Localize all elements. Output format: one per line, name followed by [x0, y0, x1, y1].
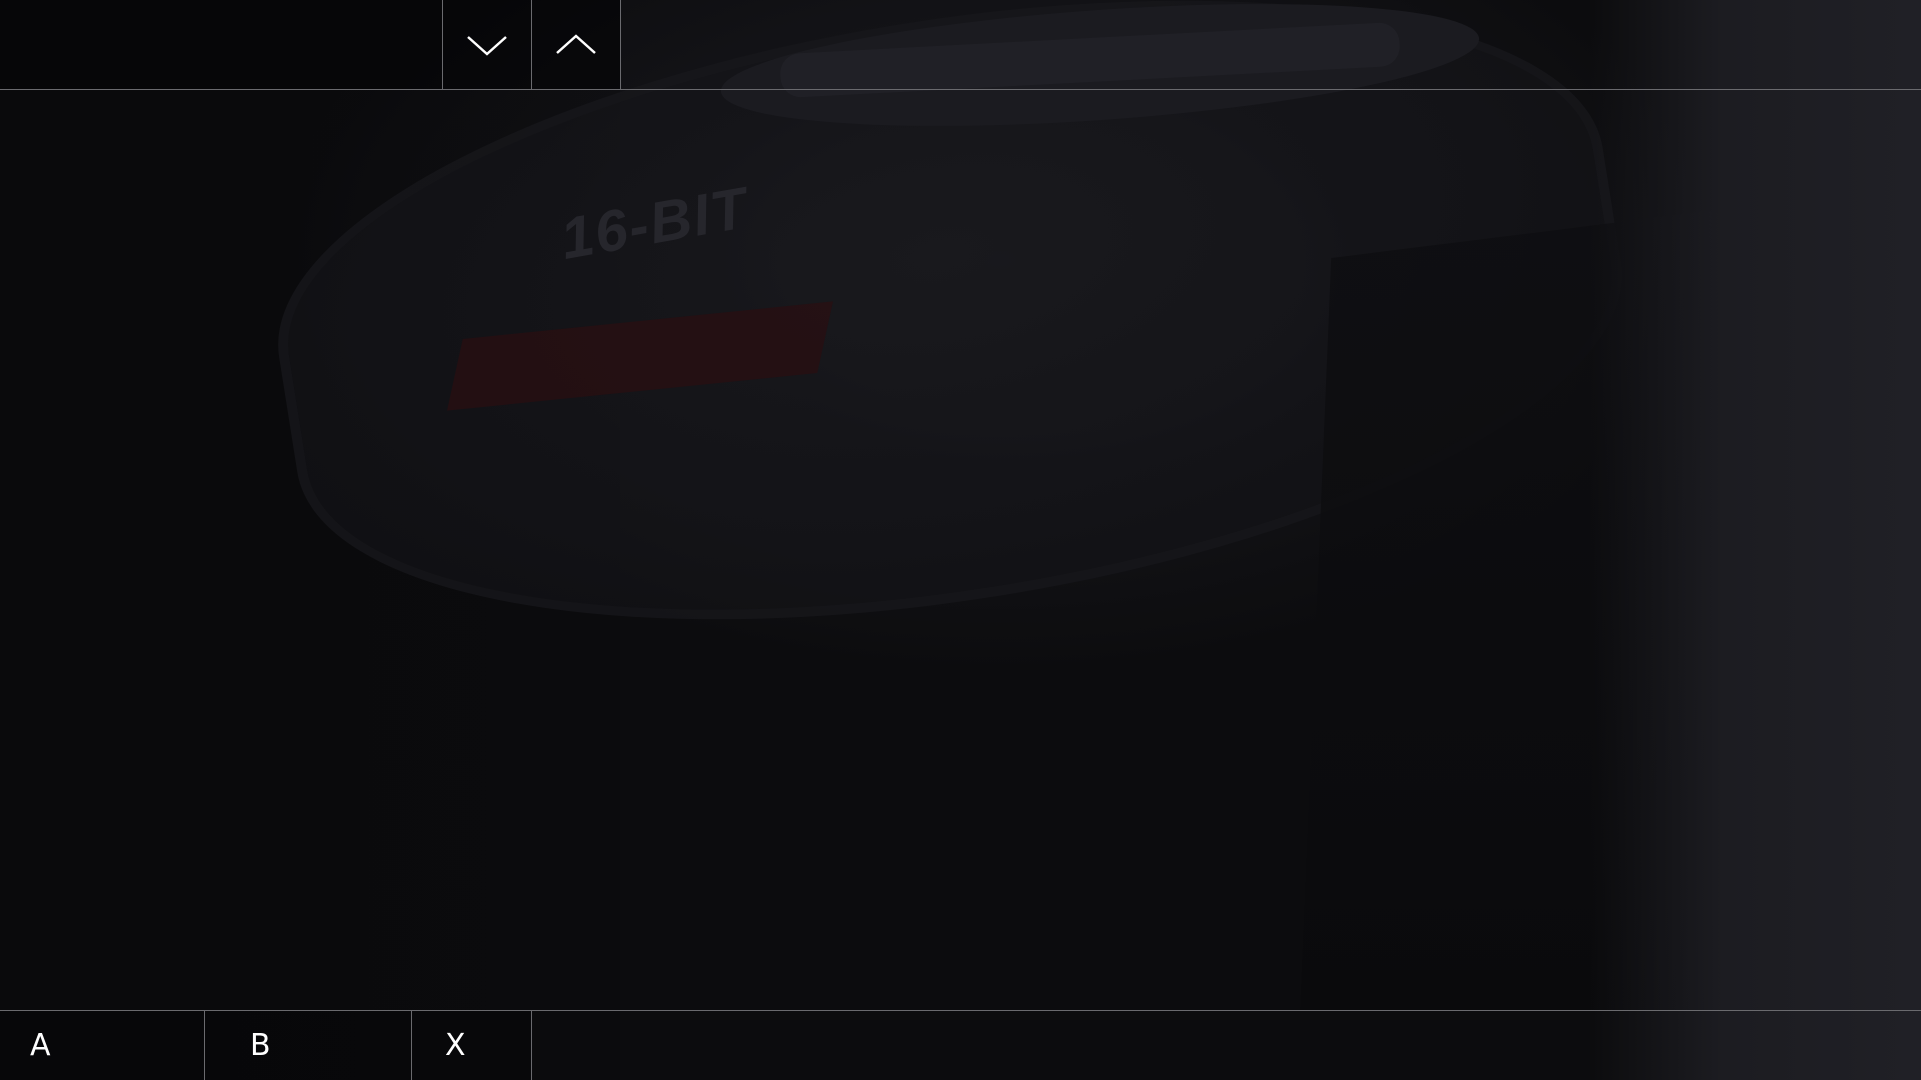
title-area	[0, 0, 443, 89]
b-button[interactable]: B	[205, 1011, 412, 1080]
x-button-label: X	[445, 1028, 466, 1063]
chevron-down-icon	[467, 35, 507, 56]
b-button-label: B	[250, 1028, 271, 1063]
a-button[interactable]: A	[0, 1011, 205, 1080]
background-scene: 16-BIT	[0, 0, 1921, 1080]
scroll-up-button[interactable]	[532, 0, 621, 89]
background-wall	[1591, 0, 1921, 1080]
bottom-bar-empty	[532, 1011, 1921, 1080]
button-prompt-bar: A B X	[0, 1010, 1921, 1080]
a-button-label: A	[30, 1028, 51, 1063]
scroll-down-button[interactable]	[443, 0, 532, 89]
top-toolbar	[0, 0, 1921, 90]
x-button[interactable]: X	[412, 1011, 532, 1080]
game-screen: 16-BIT A B X	[0, 0, 1921, 1080]
chevron-up-icon	[556, 33, 596, 54]
